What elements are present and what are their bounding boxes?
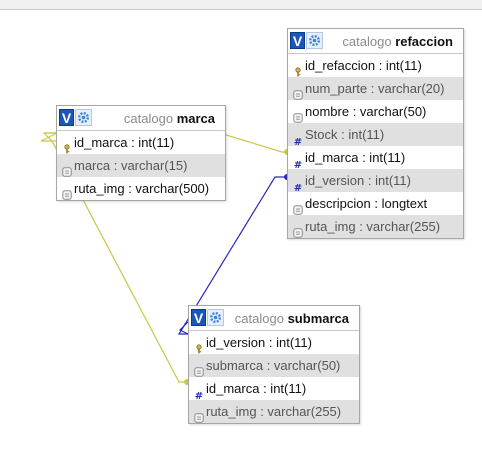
column-row[interactable]: nombre : varchar(50): [288, 100, 463, 123]
table-schema: catalogo: [342, 34, 392, 49]
table-rows: id_marca : int(11) marca : varchar(15) rut…: [57, 131, 225, 200]
gear-icon[interactable]: [207, 309, 224, 326]
table-schema: catalogo: [123, 111, 174, 126]
string-column-icon: [194, 407, 204, 423]
column-label: ruta_img : varchar(500): [74, 181, 210, 196]
table-header[interactable]: V catalogo refaccion: [288, 29, 463, 54]
numeric-column-icon: #: [194, 384, 204, 402]
string-column-icon: [293, 107, 303, 123]
string-column-icon: [293, 222, 303, 238]
column-label: ruta_img : varchar(255): [305, 219, 441, 234]
column-label: nombre : varchar(50): [305, 104, 427, 119]
column-row[interactable]: descripcion : longtext: [288, 192, 463, 215]
column-row[interactable]: ruta_img : varchar(255): [288, 215, 463, 238]
numeric-column-icon: #: [293, 176, 303, 194]
column-label: id_marca : int(11): [74, 135, 175, 150]
gear-icon[interactable]: [75, 109, 92, 126]
column-row[interactable]: # id_version : int(11): [288, 169, 463, 194]
svg-text:#: #: [294, 160, 302, 169]
gear-icon[interactable]: [306, 32, 323, 49]
numeric-column-icon: #: [293, 130, 303, 148]
table-rows: id_version : int(11) submarca : varchar(5…: [189, 331, 359, 423]
string-column-icon: [293, 84, 303, 100]
column-label: ruta_img : varchar(255): [206, 404, 342, 419]
table-card-marca[interactable]: V catalogo marca id_marca : int(11) marca…: [56, 105, 226, 201]
svg-text:#: #: [195, 391, 203, 400]
key-icon: [194, 338, 204, 354]
column-label: id_version : int(11): [206, 335, 312, 350]
toggle-v-button[interactable]: V: [59, 109, 74, 126]
column-row[interactable]: ruta_img : varchar(500): [57, 177, 225, 200]
table-header[interactable]: V catalogo submarca: [189, 306, 359, 331]
table-card-refaccion[interactable]: V catalogo refaccion id_refaccion : int(…: [287, 28, 464, 239]
column-label: id_marca : int(11): [206, 381, 307, 396]
table-name: marca: [176, 111, 215, 126]
table-name: refaccion: [395, 34, 453, 49]
toggle-v-button[interactable]: V: [191, 309, 206, 326]
column-row[interactable]: id_refaccion : int(11): [288, 54, 463, 77]
column-row[interactable]: ruta_img : varchar(255): [189, 400, 359, 423]
svg-text:#: #: [294, 183, 302, 192]
column-row[interactable]: id_version : int(11): [189, 331, 359, 354]
numeric-column-icon: #: [293, 153, 303, 171]
column-row[interactable]: marca : varchar(15): [57, 154, 225, 177]
column-label: num_parte : varchar(20): [305, 81, 445, 96]
column-label: submarca : varchar(50): [206, 358, 341, 373]
key-icon: [293, 61, 303, 77]
table-title[interactable]: catalogo marca: [124, 111, 215, 126]
svg-text:#: #: [294, 137, 302, 146]
string-column-icon: [62, 161, 72, 177]
table-header[interactable]: V catalogo marca: [57, 106, 225, 131]
table-title[interactable]: catalogo refaccion: [342, 34, 453, 49]
column-row[interactable]: num_parte : varchar(20): [288, 77, 463, 100]
toggle-v-button[interactable]: V: [290, 32, 305, 49]
column-label: id_marca : int(11): [305, 150, 406, 165]
column-label: marca : varchar(15): [74, 158, 188, 173]
relation-submarca-refaccion-tail: [178, 321, 189, 335]
table-schema: catalogo: [234, 311, 284, 326]
column-row[interactable]: # Stock : int(11): [288, 123, 463, 148]
column-label: Stock : int(11): [305, 127, 385, 142]
column-row[interactable]: submarca : varchar(50): [189, 354, 359, 377]
column-label: id_version : int(11): [305, 173, 411, 188]
column-label: id_refaccion : int(11): [305, 58, 422, 73]
key-icon: [62, 138, 72, 154]
string-column-icon: [194, 361, 204, 377]
table-title[interactable]: catalogo submarca: [235, 311, 349, 326]
string-column-icon: [293, 199, 303, 215]
table-card-submarca[interactable]: V catalogo submarca id_version : int(11)…: [188, 305, 360, 424]
table-rows: id_refaccion : int(11) num_parte : varcha…: [288, 54, 463, 238]
column-label: descripcion : longtext: [305, 196, 428, 211]
column-row[interactable]: # id_marca : int(11): [189, 377, 359, 402]
string-column-icon: [62, 184, 72, 200]
table-name: submarca: [287, 311, 349, 326]
column-row[interactable]: # id_marca : int(11): [288, 146, 463, 171]
column-row[interactable]: id_marca : int(11): [57, 131, 225, 154]
